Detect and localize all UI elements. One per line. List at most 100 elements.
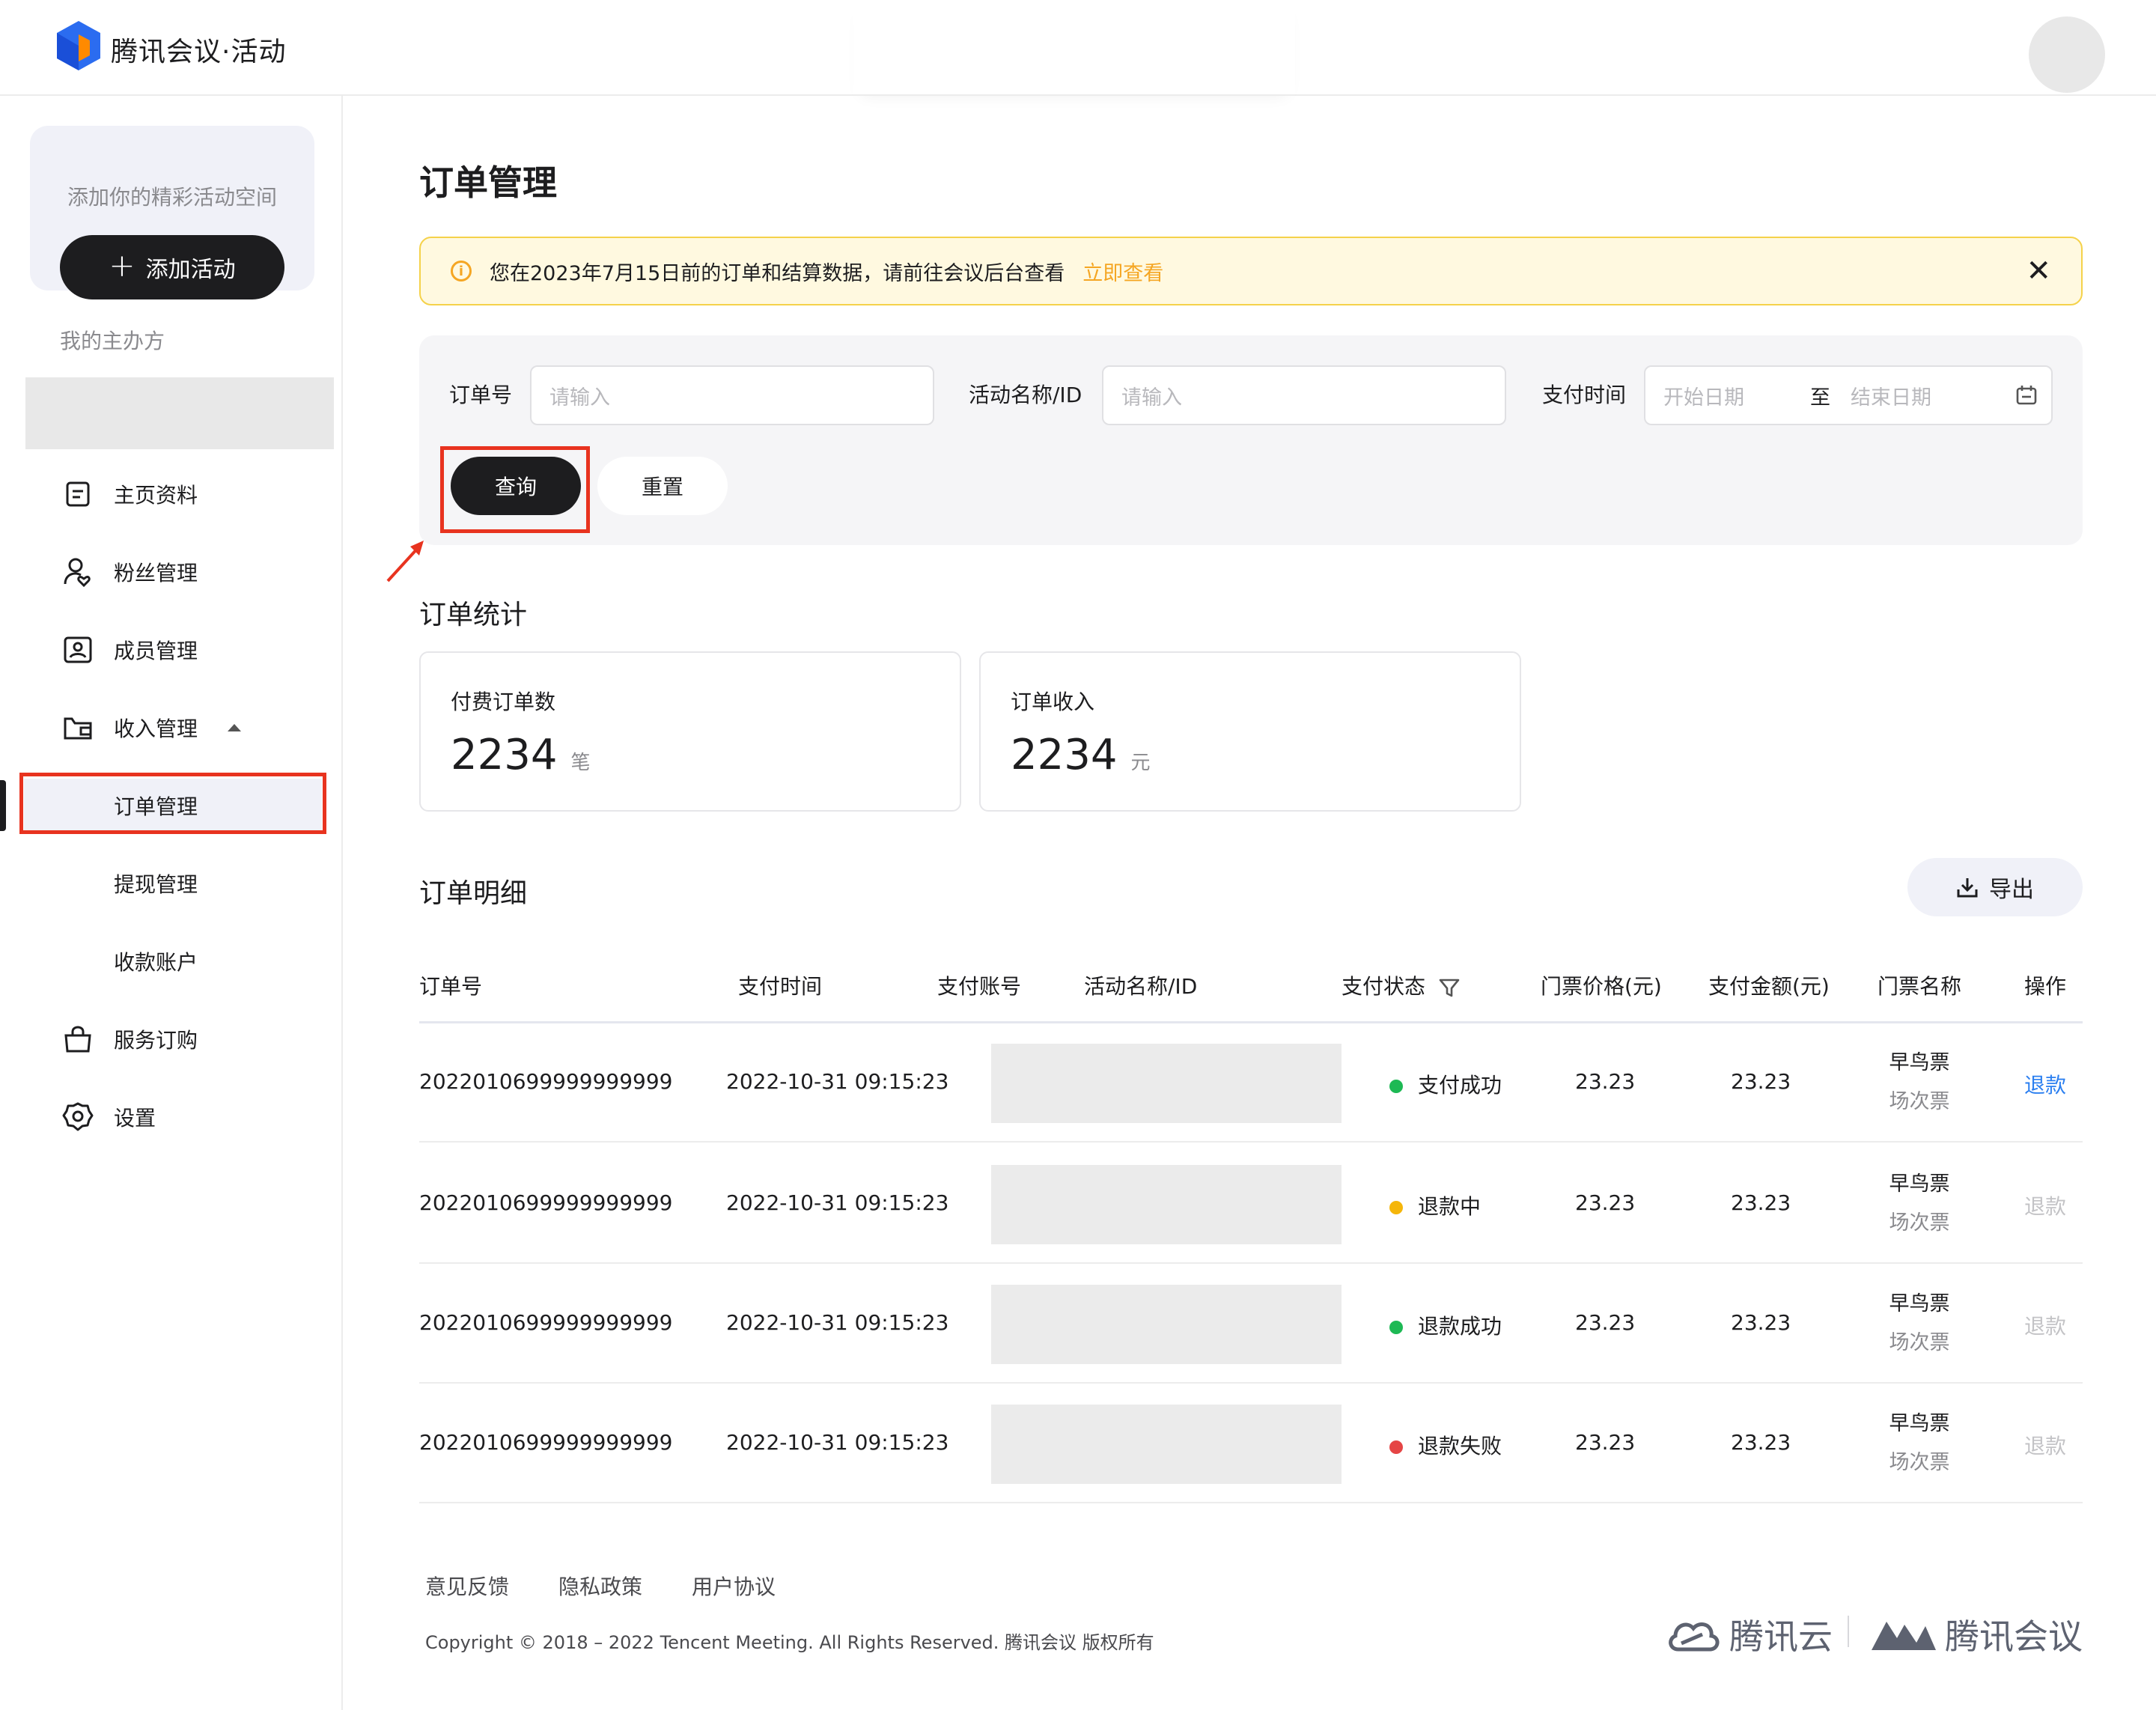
sidebar-item-settings[interactable]: 设置 (60, 1095, 156, 1140)
sidebar-item-payee-account[interactable]: 收款账户 (114, 939, 198, 984)
order-no-cell: 2022010699999999999 (419, 1310, 673, 1335)
refund-button: 退款 (2024, 1314, 2067, 1339)
ticket-name-secondary: 场次票 (1889, 1090, 1950, 1113)
organizer-selector[interactable] (25, 377, 334, 449)
column-header-status[interactable]: 支付状态 (1342, 970, 1461, 1000)
tencent-meeting-label: 腾讯会议 (1945, 1616, 2083, 1657)
status-text: 支付成功 (1418, 1073, 1502, 1098)
price-cell: 23.23 (1575, 1190, 1636, 1215)
sidebar-item-label: 设置 (114, 1106, 156, 1131)
account-activity-redacted (991, 1285, 1342, 1364)
promo-text: 添加你的精彩活动空间 (67, 185, 277, 210)
stat-value-row: 2234 元 (1011, 731, 1151, 779)
status-cell: 退款成功 (1389, 1310, 1502, 1340)
sidebar-item-label: 粉丝管理 (114, 561, 198, 585)
end-date-input[interactable]: 结束日期 (1851, 381, 2015, 410)
notice-banner: i 您在2023年7月15日前的订单和结算数据，请前往会议后台查看 立即查看 ✕ (419, 237, 2083, 305)
amount-cell: 23.23 (1731, 1430, 1791, 1455)
sidebar-item-members[interactable]: 成员管理 (60, 627, 198, 672)
stat-card-paid-orders: 付费订单数 2234 笔 (419, 651, 961, 812)
pay-time-cell: 2022-10-31 09:15:23 (726, 1069, 949, 1094)
user-heart-icon (60, 554, 96, 590)
pay-time-cell: 2022-10-31 09:15:23 (726, 1430, 949, 1455)
sidebar-item-fans[interactable]: 粉丝管理 (60, 550, 198, 594)
footer-link-privacy[interactable]: 隐私政策 (558, 1571, 642, 1601)
column-header: 支付金额(元) (1708, 974, 1830, 999)
sidebar-item-label: 主页资料 (114, 483, 198, 508)
export-button[interactable]: 导出 (1907, 858, 2083, 916)
stat-unit: 笔 (570, 752, 591, 774)
column-header: 支付账号 (937, 974, 1022, 999)
footer-link-feedback[interactable]: 意见反馈 (425, 1571, 509, 1601)
status-dot (1389, 1321, 1403, 1334)
date-range-separator: 至 (1810, 386, 1830, 410)
footer-link-terms[interactable]: 用户协议 (692, 1571, 776, 1601)
tencent-meeting-brand: 腾讯会议 (1870, 1610, 2083, 1659)
column-header: 活动名称/ID (1084, 974, 1198, 999)
close-icon[interactable]: ✕ (2026, 255, 2051, 287)
amount-cell: 23.23 (1731, 1310, 1791, 1335)
export-label: 导出 (1989, 877, 2034, 903)
stat-label: 订单收入 (1011, 690, 1095, 714)
column-header: 门票价格(元) (1541, 974, 1662, 999)
brand-title[interactable]: 腾讯会议·活动 (111, 30, 286, 69)
sidebar-item-service[interactable]: 服务订购 (60, 1017, 198, 1062)
sidebar-item-income[interactable]: 收入管理 (60, 705, 242, 750)
ticket-name-cell: 早鸟票 场次票 (1875, 1165, 1964, 1243)
order-no-cell: 2022010699999999999 (419, 1430, 673, 1455)
status-dot (1389, 1080, 1403, 1093)
row-divider (419, 1382, 2083, 1384)
ticket-name-primary: 早鸟票 (1889, 1292, 1950, 1315)
account-activity-redacted (991, 1165, 1342, 1244)
stat-value-row: 2234 笔 (451, 731, 591, 779)
sidebar-item-withdraw[interactable]: 提现管理 (114, 861, 198, 906)
sidebar-item-label: 收入管理 (114, 716, 198, 741)
footer-brand-divider (1848, 1616, 1849, 1647)
pay-time-cell: 2022-10-31 09:15:23 (726, 1190, 949, 1215)
chevron-up-icon[interactable] (228, 724, 242, 731)
highlight-box (440, 446, 590, 533)
sidebar-item-profile[interactable]: 主页资料 (60, 472, 198, 517)
status-text: 退款失败 (1418, 1434, 1502, 1458)
sidebar-item-orders[interactable]: 订单管理 (114, 783, 198, 828)
start-date-input[interactable]: 开始日期 (1663, 381, 1810, 410)
row-divider (419, 1502, 2083, 1503)
organizer-label: 我的主办方 (60, 329, 165, 353)
column-header: 支付时间 (738, 974, 823, 999)
add-activity-button[interactable]: + 添加活动 (60, 235, 284, 299)
filter-icon[interactable] (1438, 976, 1461, 999)
table-header-divider (419, 1021, 2083, 1023)
sidebar-item-label: 服务订购 (114, 1028, 198, 1053)
cloud-logo-icon (1669, 1622, 1720, 1652)
notice-view-link[interactable]: 立即查看 (1082, 257, 1163, 286)
price-cell: 23.23 (1575, 1310, 1636, 1335)
status-cell: 支付成功 (1389, 1069, 1502, 1099)
ticket-name-primary: 早鸟票 (1889, 1172, 1950, 1196)
stat-card-income: 订单收入 2234 元 (979, 651, 1521, 812)
avatar[interactable] (2029, 16, 2105, 93)
pay-time-label: 支付时间 (1542, 383, 1627, 407)
stats-title: 订单统计 (419, 600, 528, 630)
notice-text: 您在2023年7月15日前的订单和结算数据，请前往会议后台查看 (490, 261, 1065, 285)
sidebar-item-label: 提现管理 (114, 872, 198, 897)
ticket-name-primary: 早鸟票 (1889, 1051, 1950, 1074)
column-header: 订单号 (419, 974, 483, 999)
price-cell: 23.23 (1575, 1430, 1636, 1455)
activity-input[interactable]: 请输入 (1102, 365, 1506, 425)
order-no-input[interactable]: 请输入 (530, 365, 934, 425)
tencent-meeting-logo-icon[interactable] (57, 21, 100, 70)
refund-button: 退款 (2024, 1194, 2067, 1219)
refund-button[interactable]: 退款 (2024, 1069, 2066, 1099)
wallet-icon (60, 710, 96, 746)
calendar-icon[interactable] (2015, 384, 2038, 407)
account-activity-redacted (991, 1405, 1342, 1484)
refund-button: 退款 (2024, 1434, 2067, 1458)
pay-time-cell: 2022-10-31 09:15:23 (726, 1310, 949, 1335)
annotation-arrow-icon (386, 541, 424, 582)
date-range-picker[interactable]: 开始日期 至 结束日期 (1644, 365, 2053, 425)
info-icon: i (451, 261, 472, 282)
price-cell: 23.23 (1575, 1069, 1636, 1094)
reset-button[interactable]: 重置 (597, 457, 728, 515)
page-title: 订单管理 (419, 162, 557, 203)
ticket-name-secondary: 场次票 (1889, 1211, 1950, 1235)
